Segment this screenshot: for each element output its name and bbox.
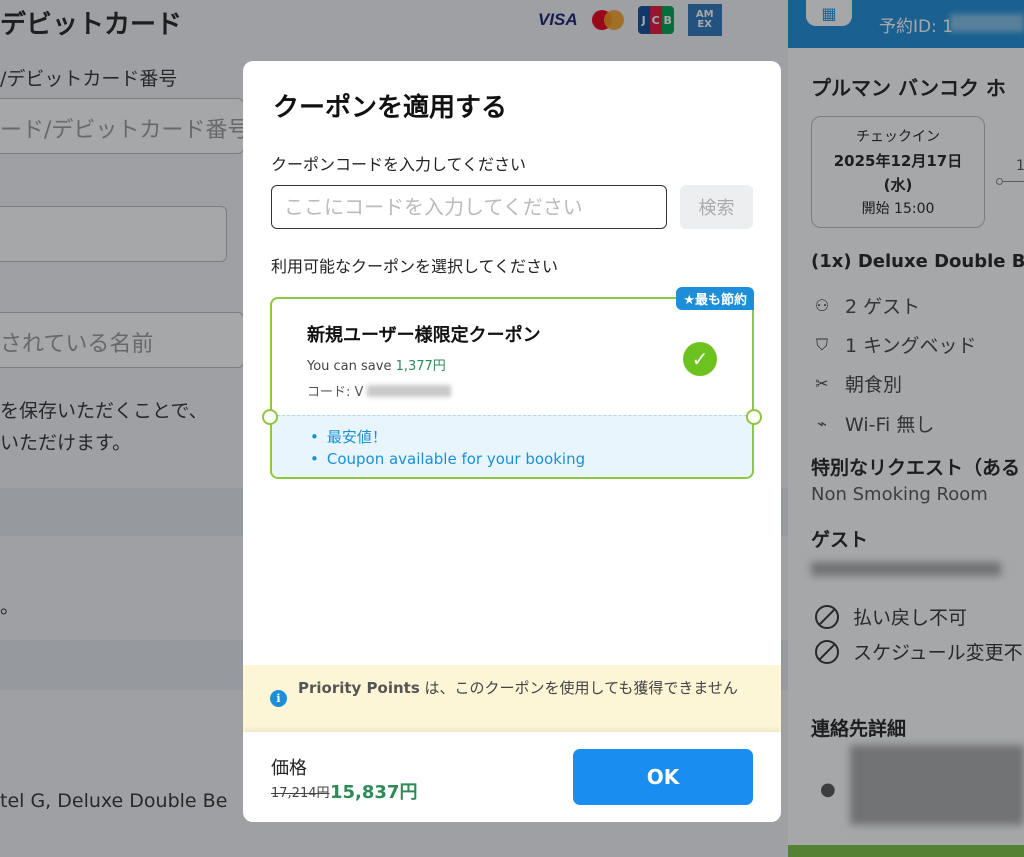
coupon-name: 新規ユーザー様限定クーポン <box>307 325 541 346</box>
ticket-notch <box>746 409 762 425</box>
coupon-modal: クーポンを適用する クーポンコードを入力してください 検索 利用可能なクーポンを… <box>243 61 781 822</box>
coupon-code-input[interactable] <box>271 185 667 229</box>
best-savings-badge: ★最も節約 <box>676 287 754 310</box>
price-label: 価格 <box>271 758 307 779</box>
priority-points-brand: Priority Points <box>298 679 420 697</box>
coupon-savings: You can save 1,377円 <box>307 359 446 374</box>
modal-footer: 価格 17,214円 15,837円 OK <box>243 732 781 822</box>
savings-amount: 1,377円 <box>395 359 446 374</box>
coupon-card-body: 新規ユーザー様限定クーポン You can save 1,377円 コード: V… <box>272 299 752 415</box>
notice-text: Priority Points は、このクーポンを使用しても獲得できません <box>298 679 738 697</box>
ok-button[interactable]: OK <box>573 749 753 805</box>
priority-points-notice: i Priority Points は、このクーポンを使用しても獲得できません <box>243 665 781 732</box>
redacted-coupon-code <box>367 384 452 397</box>
perk-item: 最安値！ <box>310 426 585 448</box>
original-price: 17,214円 <box>271 786 330 801</box>
search-button[interactable]: 検索 <box>680 185 753 229</box>
discounted-price: 15,837円 <box>330 782 418 803</box>
available-coupons-label: 利用可能なクーポンを選択してください <box>271 257 559 276</box>
ticket-notch <box>262 409 278 425</box>
selected-check-icon[interactable]: ✓ <box>683 342 717 376</box>
coupon-perks: 最安値！ Coupon available for your booking <box>272 415 752 477</box>
coupon-card[interactable]: 新規ユーザー様限定クーポン You can save 1,377円 コード: V… <box>262 287 762 479</box>
coupon-code-label: クーポンコードを入力してください <box>271 155 527 174</box>
modal-title: クーポンを適用する <box>273 93 508 123</box>
coupon-code: コード: V <box>307 381 452 400</box>
info-icon: i <box>270 690 287 707</box>
perk-item: Coupon available for your booking <box>310 448 585 470</box>
